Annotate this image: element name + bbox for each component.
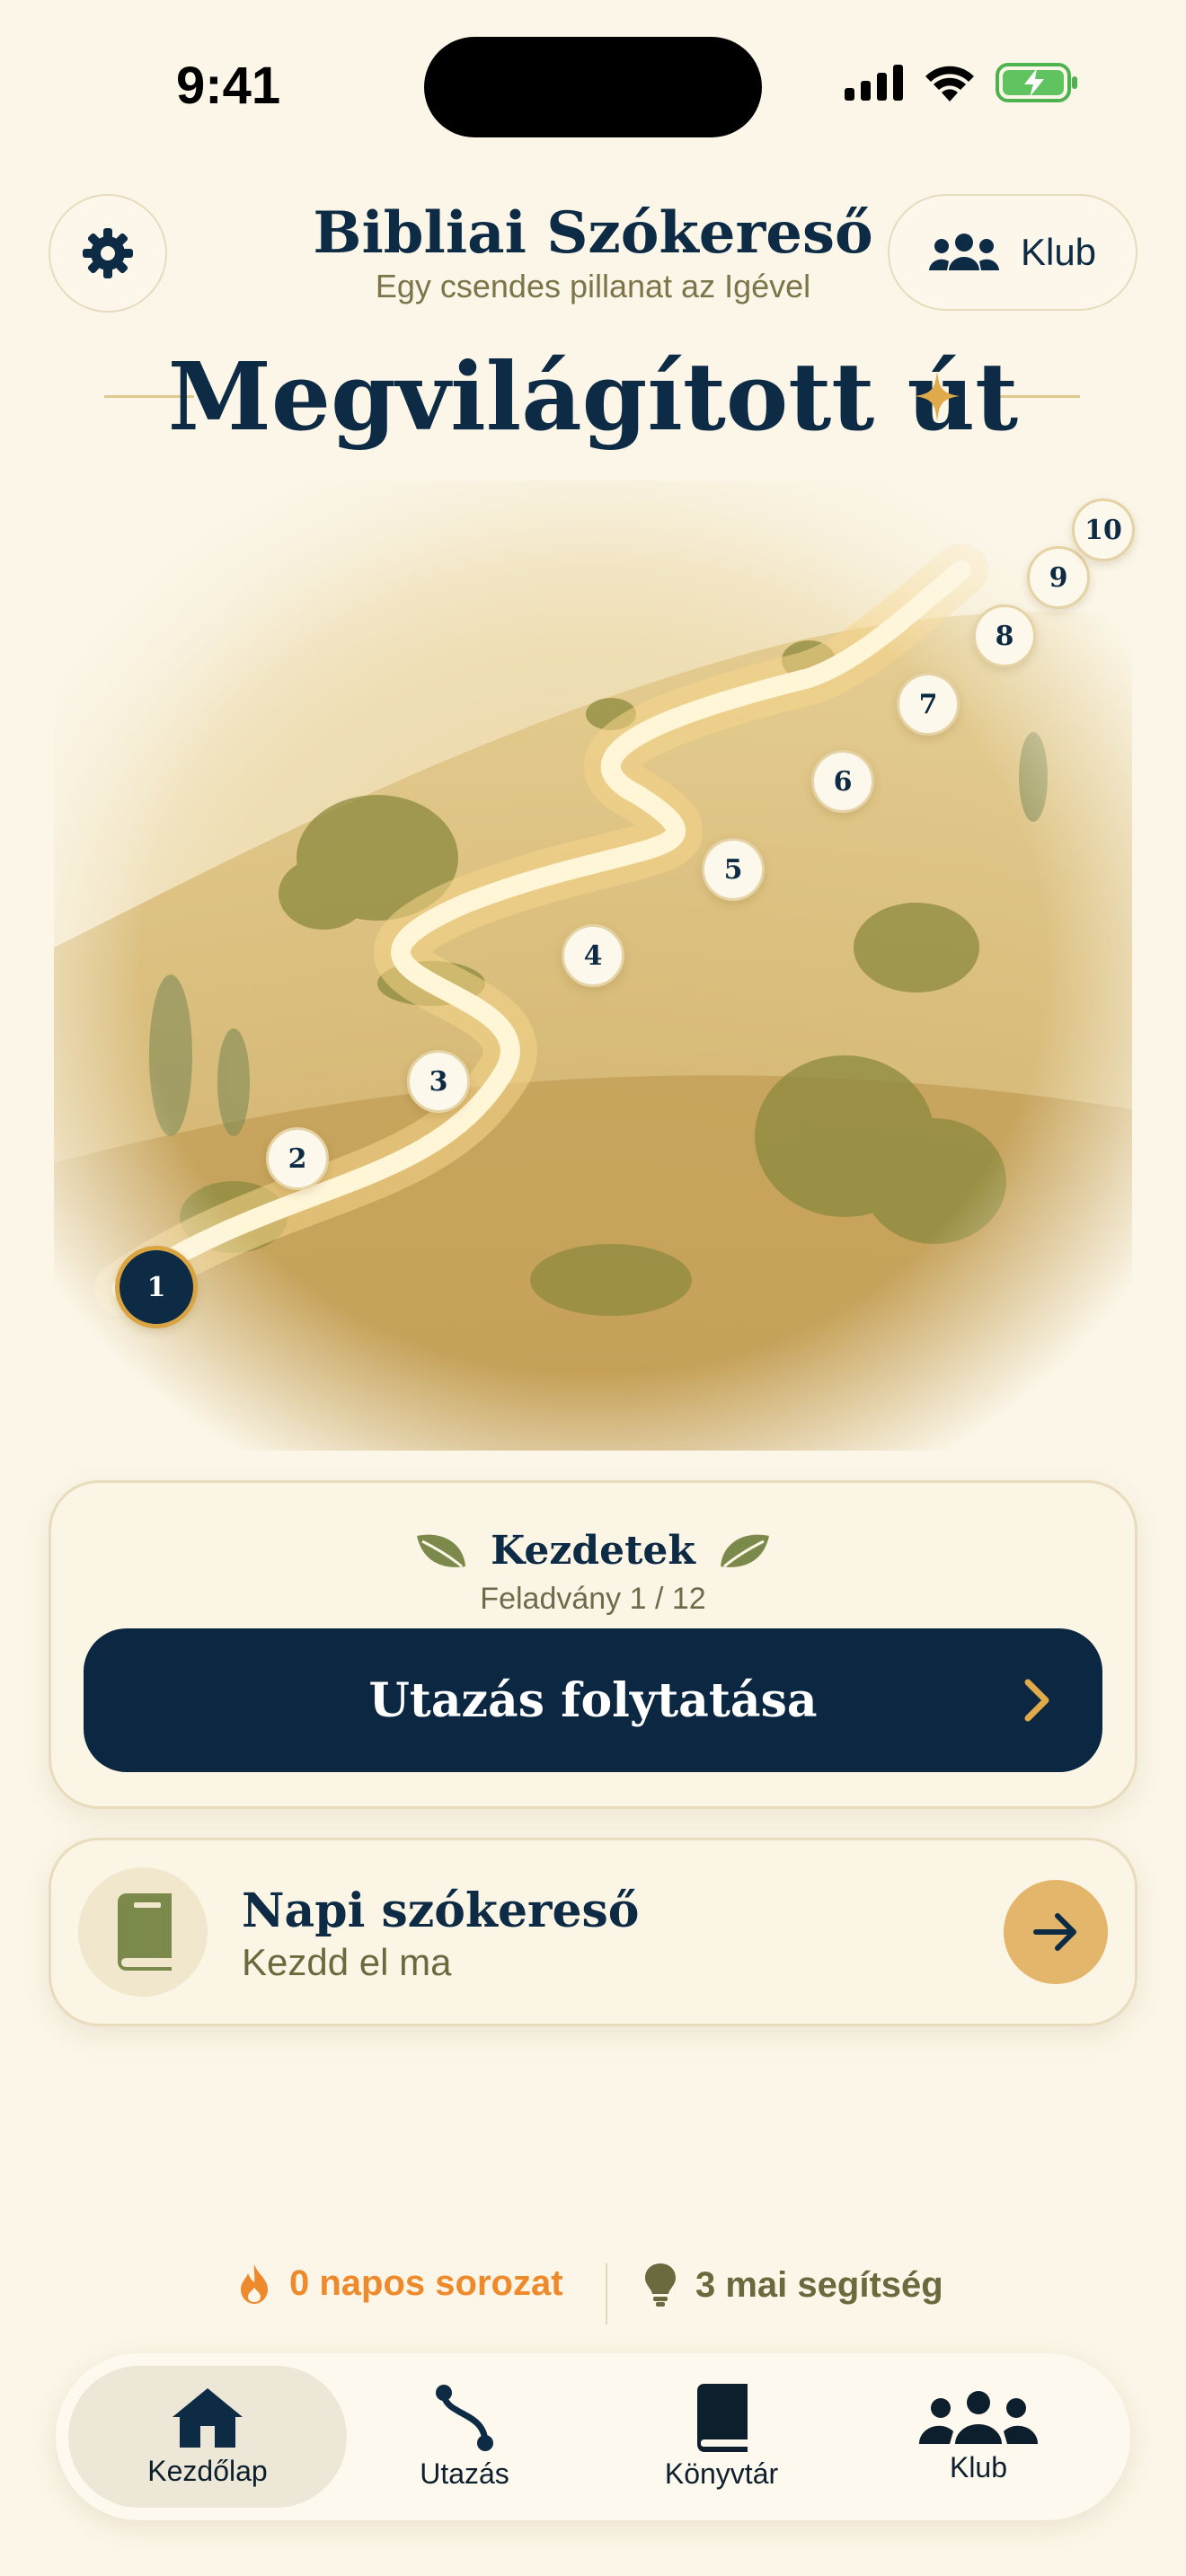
level-node-4[interactable]: 4 bbox=[562, 924, 624, 987]
people-icon bbox=[919, 2390, 1038, 2444]
level-node-8[interactable]: 8 bbox=[973, 604, 1036, 667]
puzzle-progress: Feladvány 1 / 12 bbox=[480, 1582, 706, 1616]
dynamic-island bbox=[424, 37, 762, 137]
leaf-icon bbox=[417, 1534, 466, 1567]
stats-divider bbox=[606, 2263, 607, 2325]
tab-library[interactable]: Könyvtár bbox=[582, 2366, 861, 2508]
continue-journey-label: Utazás folytatása bbox=[368, 1672, 818, 1728]
route-icon bbox=[436, 2384, 493, 2451]
status-icons bbox=[845, 63, 1078, 102]
leaf-icon bbox=[720, 1534, 769, 1567]
level-node-6[interactable]: 6 bbox=[811, 750, 874, 813]
arrow-right-icon bbox=[1033, 1913, 1076, 1951]
wifi-icon bbox=[925, 66, 974, 101]
level-node-3[interactable]: 3 bbox=[407, 1050, 470, 1113]
chapter-card: Kezdetek Feladvány 1 / 12 Utazás folytat… bbox=[49, 1480, 1137, 1809]
flame-icon bbox=[241, 2263, 268, 2304]
chevron-right-icon bbox=[1024, 1679, 1049, 1722]
journey-title: Megvilágított út bbox=[167, 341, 1019, 452]
continue-journey-button[interactable]: Utazás folytatása bbox=[84, 1628, 1102, 1772]
level-node-10[interactable]: 10 bbox=[1072, 498, 1135, 561]
home-icon bbox=[173, 2387, 243, 2448]
tab-club[interactable]: Klub bbox=[839, 2366, 1118, 2508]
daily-puzzle-go-button[interactable] bbox=[1004, 1880, 1108, 1984]
tab-home[interactable]: Kezdőlap bbox=[68, 2366, 347, 2508]
journey-map: 1 2 3 4 5 6 7 8 9 10 bbox=[54, 481, 1135, 1451]
battery-charging-icon bbox=[996, 63, 1077, 102]
tab-journey-label: Utazás bbox=[420, 2457, 509, 2490]
level-node-9[interactable]: 9 bbox=[1027, 546, 1090, 609]
cellular-signal-icon bbox=[845, 65, 903, 101]
book-icon bbox=[118, 1893, 172, 1971]
stats-row: 0 napos sorozat 3 mai segítség bbox=[0, 2263, 1186, 2325]
status-bar: 9:41 bbox=[0, 0, 1186, 171]
daily-puzzle-title: Napi szókereső bbox=[242, 1883, 640, 1938]
level-node-1[interactable]: 1 bbox=[115, 1246, 198, 1328]
daily-puzzle-subtitle: Kezdd el ma bbox=[242, 1941, 452, 1983]
tab-club-label: Klub bbox=[949, 2450, 1008, 2483]
lightbulb-icon bbox=[645, 2263, 676, 2307]
level-node-5[interactable]: 5 bbox=[702, 838, 765, 901]
level-node-2[interactable]: 2 bbox=[266, 1127, 329, 1190]
tab-bar: Kezdőlap Utazás Könyvtár Klub bbox=[56, 2353, 1130, 2520]
hints-label: 3 mai segítség bbox=[695, 2264, 943, 2305]
daily-puzzle-card[interactable]: Napi szókereső Kezdd el ma bbox=[49, 1838, 1137, 2026]
tab-journey[interactable]: Utazás bbox=[325, 2366, 604, 2508]
chapter-name: Kezdetek bbox=[491, 1528, 695, 1574]
people-icon bbox=[928, 234, 999, 270]
level-node-7[interactable]: 7 bbox=[897, 673, 960, 736]
club-label: Klub bbox=[1020, 231, 1097, 273]
tab-home-label: Kezdőlap bbox=[147, 2454, 268, 2487]
streak-label: 0 napos sorozat bbox=[289, 2263, 563, 2303]
sparkle-icon bbox=[915, 370, 960, 422]
status-time: 9:41 bbox=[176, 57, 281, 115]
book-icon bbox=[697, 2383, 748, 2452]
club-button[interactable]: Klub bbox=[888, 194, 1137, 311]
tab-library-label: Könyvtár bbox=[664, 2457, 779, 2490]
